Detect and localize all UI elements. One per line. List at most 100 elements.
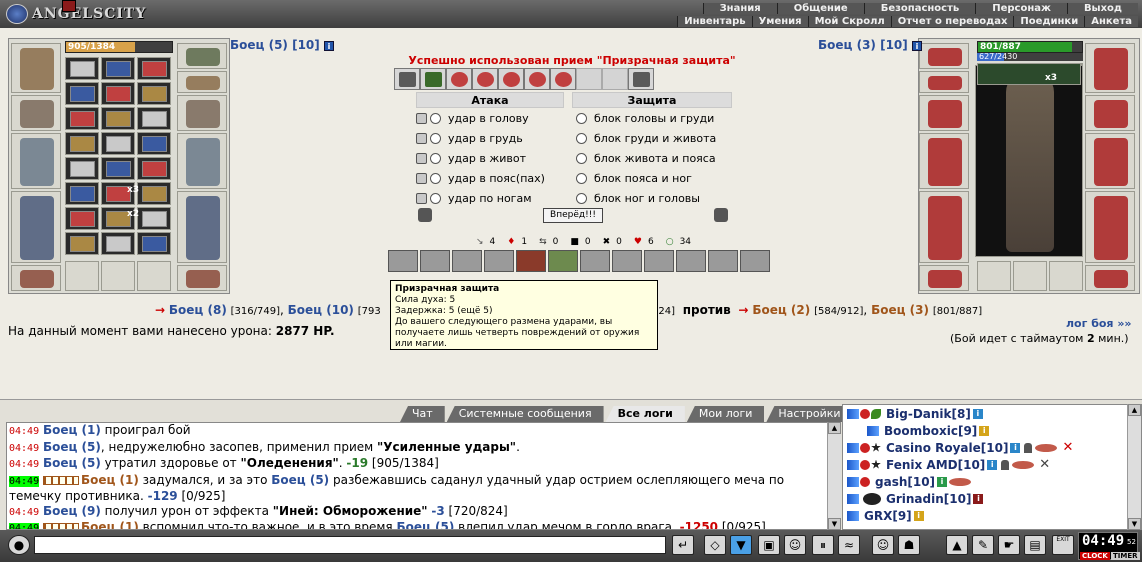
fighter-link[interactable]: Боец (5) (43, 440, 101, 454)
skill-slot[interactable] (708, 250, 738, 272)
trick-slot[interactable] (394, 68, 420, 90)
user-info-icon[interactable]: i (973, 493, 984, 504)
user-info-icon[interactable]: i (913, 510, 924, 521)
fighter-link[interactable]: Боец (1) (81, 473, 139, 487)
rune-slot[interactable] (101, 232, 135, 255)
rune-slot[interactable] (65, 82, 99, 105)
empty-trick-slot[interactable] (602, 68, 628, 90)
attack-option[interactable]: удар в живот (416, 148, 564, 168)
chat-tab[interactable]: Все логи (605, 406, 685, 422)
rune-slot[interactable] (137, 132, 171, 155)
submenu-item[interactable]: Умения (751, 16, 808, 27)
attack-radio[interactable] (430, 172, 441, 184)
submenu-item[interactable]: Отчет о переводах (890, 16, 1014, 27)
defense-radio[interactable] (576, 132, 587, 144)
user-row[interactable]: GRX [9] i (843, 507, 1141, 524)
rune-slot[interactable] (65, 182, 99, 205)
trick-slot[interactable] (420, 68, 446, 90)
chat-tab[interactable]: Настройки (766, 406, 853, 422)
boots-slot[interactable] (919, 265, 969, 291)
fighter-link[interactable]: Боец (9) (43, 504, 101, 518)
clear-icon[interactable]: ◇ (704, 535, 726, 555)
armor-slot[interactable] (1085, 191, 1135, 263)
rune-slot[interactable] (137, 57, 171, 80)
remove-icon[interactable]: ✕ (1062, 440, 1073, 455)
clock-label[interactable]: CLOCK (1080, 552, 1110, 560)
defense-option[interactable]: блок головы и груди (572, 108, 732, 128)
empty-slot[interactable] (65, 261, 99, 291)
defense-option[interactable]: блок живота и пояса (572, 148, 732, 168)
attack-radio[interactable] (430, 112, 441, 124)
rune-slot[interactable] (65, 107, 99, 130)
attack-radio[interactable] (430, 132, 441, 144)
hand-icon[interactable]: ☛ (998, 535, 1020, 555)
battle-log-link[interactable]: лог боя »» (1066, 317, 1132, 330)
skill-slot[interactable] (644, 250, 674, 272)
trick-slot[interactable] (628, 68, 654, 90)
skill-slot[interactable] (676, 250, 706, 272)
user-name[interactable]: Boomboxic (884, 424, 958, 438)
menu-item[interactable]: Выход (1066, 3, 1138, 14)
trick-slot[interactable] (446, 68, 472, 90)
skill-slot[interactable] (740, 250, 770, 272)
rune-slot[interactable] (101, 57, 135, 80)
gloves-slot[interactable] (177, 95, 227, 131)
chat-tab[interactable]: Мои логи (686, 406, 765, 422)
rune-slot[interactable] (101, 132, 135, 155)
scroll-down-icon[interactable]: ▼ (828, 518, 841, 530)
person-icon[interactable]: ☺ (784, 535, 806, 555)
rune-slot[interactable] (65, 57, 99, 80)
scroll-down-icon[interactable]: ▼ (1128, 518, 1141, 530)
character-avatar[interactable] (975, 65, 1083, 257)
bag-icon[interactable]: ▲ (946, 535, 968, 555)
shield-slot[interactable] (919, 133, 969, 189)
fighter-link[interactable]: Боец (5) (271, 473, 329, 487)
users-scrollbar[interactable]: ▲ ▼ (1127, 404, 1141, 530)
user-info-icon[interactable]: i (972, 408, 983, 419)
menu-item[interactable]: Знания (702, 3, 777, 14)
user-name[interactable]: Big-Danik (886, 407, 952, 421)
belt-slot[interactable] (1085, 265, 1135, 291)
rune-slot[interactable] (101, 82, 135, 105)
scroll-up-icon[interactable]: ▲ (1128, 404, 1141, 416)
forward-button[interactable]: Вперёд!!! (543, 208, 603, 223)
empty-slot[interactable] (101, 261, 135, 291)
chat-tab[interactable]: Системные сообщения (446, 406, 604, 422)
rune-slot[interactable] (137, 82, 171, 105)
rune-slot[interactable] (65, 132, 99, 155)
menu-item[interactable]: Персонаж (975, 3, 1067, 14)
smoke-icon[interactable]: ≈ (838, 535, 860, 555)
user-row[interactable]: gash [10] i (843, 473, 1141, 490)
defense-option[interactable]: блок ног и головы (572, 188, 732, 208)
attack-radio[interactable] (416, 172, 427, 184)
rune-slot[interactable] (137, 232, 171, 255)
defense-radio[interactable] (576, 112, 587, 124)
bracers-slot[interactable] (1085, 95, 1135, 131)
user-row[interactable]: Grinadin [10] i (843, 490, 1141, 507)
info-icon[interactable]: i (911, 40, 922, 51)
defense-radio[interactable] (576, 192, 587, 204)
weapon-slot[interactable] (11, 133, 61, 189)
rune-slot[interactable] (137, 157, 171, 180)
fighter-link[interactable]: Боец (1) (81, 520, 139, 529)
user-info-icon[interactable]: i (979, 425, 990, 436)
remove-icon[interactable]: ✕ (1039, 457, 1050, 472)
skill-slot[interactable] (548, 250, 578, 272)
save-icon[interactable]: ▣ (758, 535, 780, 555)
gloves-slot[interactable] (919, 95, 969, 131)
rune-slot[interactable] (65, 157, 99, 180)
skill-slot[interactable] (388, 250, 418, 272)
book-icon[interactable]: ▤ (1024, 535, 1046, 555)
pants-slot[interactable] (919, 191, 969, 263)
team1-fighter[interactable]: Боец (10) (288, 303, 354, 317)
earring-slot[interactable] (177, 71, 227, 93)
user-info-icon[interactable]: i (987, 459, 998, 470)
menu-item[interactable]: Общение (776, 3, 864, 14)
skill-slot[interactable] (580, 250, 610, 272)
user-name[interactable]: Casino Royale (886, 441, 981, 455)
skill-slot[interactable] (484, 250, 514, 272)
filter-icon[interactable]: ▼ (730, 535, 752, 555)
submenu-item[interactable]: Мой Скролл (807, 16, 891, 27)
trick-slot[interactable] (524, 68, 550, 90)
attack-option[interactable]: удар по ногам (416, 188, 564, 208)
